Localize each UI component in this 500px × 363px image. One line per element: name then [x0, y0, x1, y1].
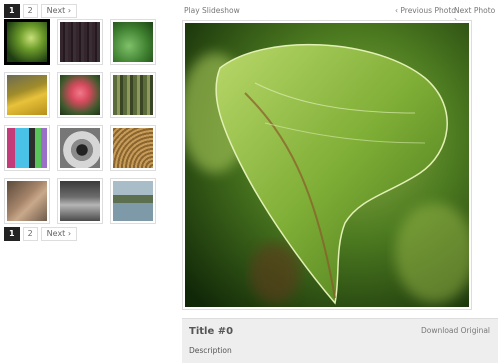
thumbnail-image-1: [7, 22, 47, 62]
thumbnail-10[interactable]: [4, 178, 50, 224]
photo-caption: Title #0 Download Original Description: [182, 318, 498, 363]
page-2-button[interactable]: 2: [22, 227, 38, 241]
photo-navigation: Play Slideshow ‹ Previous Photo Next Pho…: [184, 6, 497, 24]
thumbnail-6[interactable]: [110, 72, 156, 118]
thumbnail-image-6: [113, 75, 153, 115]
thumbnail-7[interactable]: [4, 125, 50, 171]
thumbnail-image-10: [7, 181, 47, 221]
main-photo-frame: [182, 20, 472, 310]
page-1-button[interactable]: 1: [4, 227, 20, 241]
next-page-button[interactable]: Next ›: [40, 4, 78, 18]
thumbnail-image-4: [7, 75, 47, 115]
thumbnail-9[interactable]: [110, 125, 156, 171]
next-page-button[interactable]: Next ›: [40, 227, 78, 241]
photo-title: Title #0: [189, 326, 234, 337]
previous-photo-link[interactable]: ‹ Previous Photo: [395, 6, 456, 15]
play-slideshow-link[interactable]: Play Slideshow: [184, 6, 240, 15]
thumbnail-image-5: [60, 75, 100, 115]
thumbnail-12[interactable]: [110, 178, 156, 224]
download-original-link[interactable]: Download Original: [421, 326, 490, 335]
thumbnail-image-2: [60, 22, 100, 62]
thumbnail-image-8: [60, 128, 100, 168]
thumbnail-8[interactable]: [57, 125, 103, 171]
page-2-button[interactable]: 2: [22, 4, 38, 18]
thumbnail-image-7: [7, 128, 47, 168]
thumbnail-4[interactable]: [4, 72, 50, 118]
thumbnail-image-12: [113, 181, 153, 221]
thumbnail-image-3: [113, 22, 153, 62]
main-photo[interactable]: [185, 23, 469, 307]
page-1-button[interactable]: 1: [4, 4, 20, 18]
thumbnail-2[interactable]: [57, 19, 103, 65]
photo-description: Description: [189, 346, 232, 355]
thumbnail-pager-bottom: 1 2 Next ›: [4, 227, 78, 241]
thumbnail-image-9: [113, 128, 153, 168]
thumbnail-pager-top: 1 2 Next ›: [4, 4, 78, 18]
thumbnail-image-11: [60, 181, 100, 221]
thumbnail-5[interactable]: [57, 72, 103, 118]
thumbnail-1[interactable]: [4, 19, 50, 65]
thumbnail-3[interactable]: [110, 19, 156, 65]
thumbnail-11[interactable]: [57, 178, 103, 224]
